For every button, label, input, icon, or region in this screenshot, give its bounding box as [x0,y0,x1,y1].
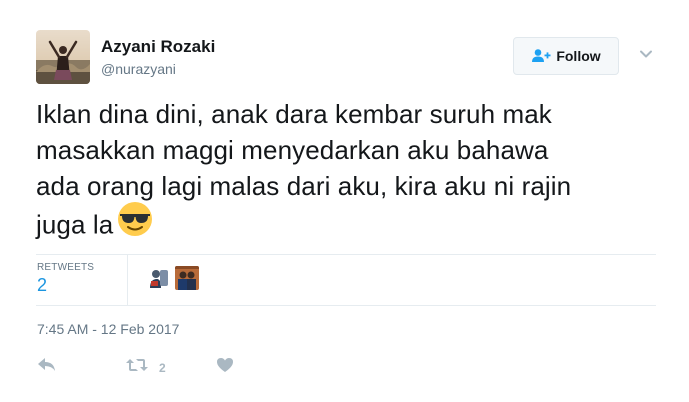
retweets-count: 2 [37,275,48,295]
retweeter-avatar[interactable] [147,266,171,290]
follow-button[interactable]: Follow [513,37,619,75]
retweet-button[interactable]: 2 [125,357,166,378]
avatar-image [36,30,90,84]
tweet-text: Iklan dina dini, anak dara kembar suruh … [36,96,656,249]
tweet-text-line: masakkan maggi menyedarkan aku bahawa [36,135,549,165]
tweet-text-line-last: juga la [36,209,114,240]
add-user-icon [531,48,551,64]
author-display-name[interactable]: Azyani Rozaki [101,37,215,57]
tweet-card: Azyani Rozaki @nurazyani Follow Iklan di… [0,0,689,402]
like-button[interactable] [216,357,234,378]
reply-icon [37,357,57,378]
stats-separator [127,255,128,305]
heart-icon [216,357,234,378]
stats-divider-bottom [36,305,656,306]
retweet-action-count: 2 [159,360,166,375]
avatar[interactable] [36,30,90,84]
retweets-stat[interactable]: RETWEETS 2 [37,262,94,296]
author-screen-name[interactable]: @nurazyani [101,61,176,77]
tweet-text-line: juga la [36,201,656,249]
retweets-label: RETWEETS [37,262,95,273]
follow-button-label: Follow [556,48,601,64]
tweet-text-line: ada orang lagi malas dari aku, kira aku … [36,171,572,201]
tweet-timestamp[interactable]: 7:45 AM - 12 Feb 2017 [37,321,179,337]
retweet-icon [125,357,149,378]
chevron-down-icon[interactable] [638,46,654,62]
reply-button[interactable] [37,357,57,378]
stats-divider-top [36,254,656,255]
retweeter-avatar[interactable] [175,266,199,290]
sunglasses-emoji-icon [117,201,153,246]
tweet-text-line: Iklan dina dini, anak dara kembar suruh … [36,99,552,129]
